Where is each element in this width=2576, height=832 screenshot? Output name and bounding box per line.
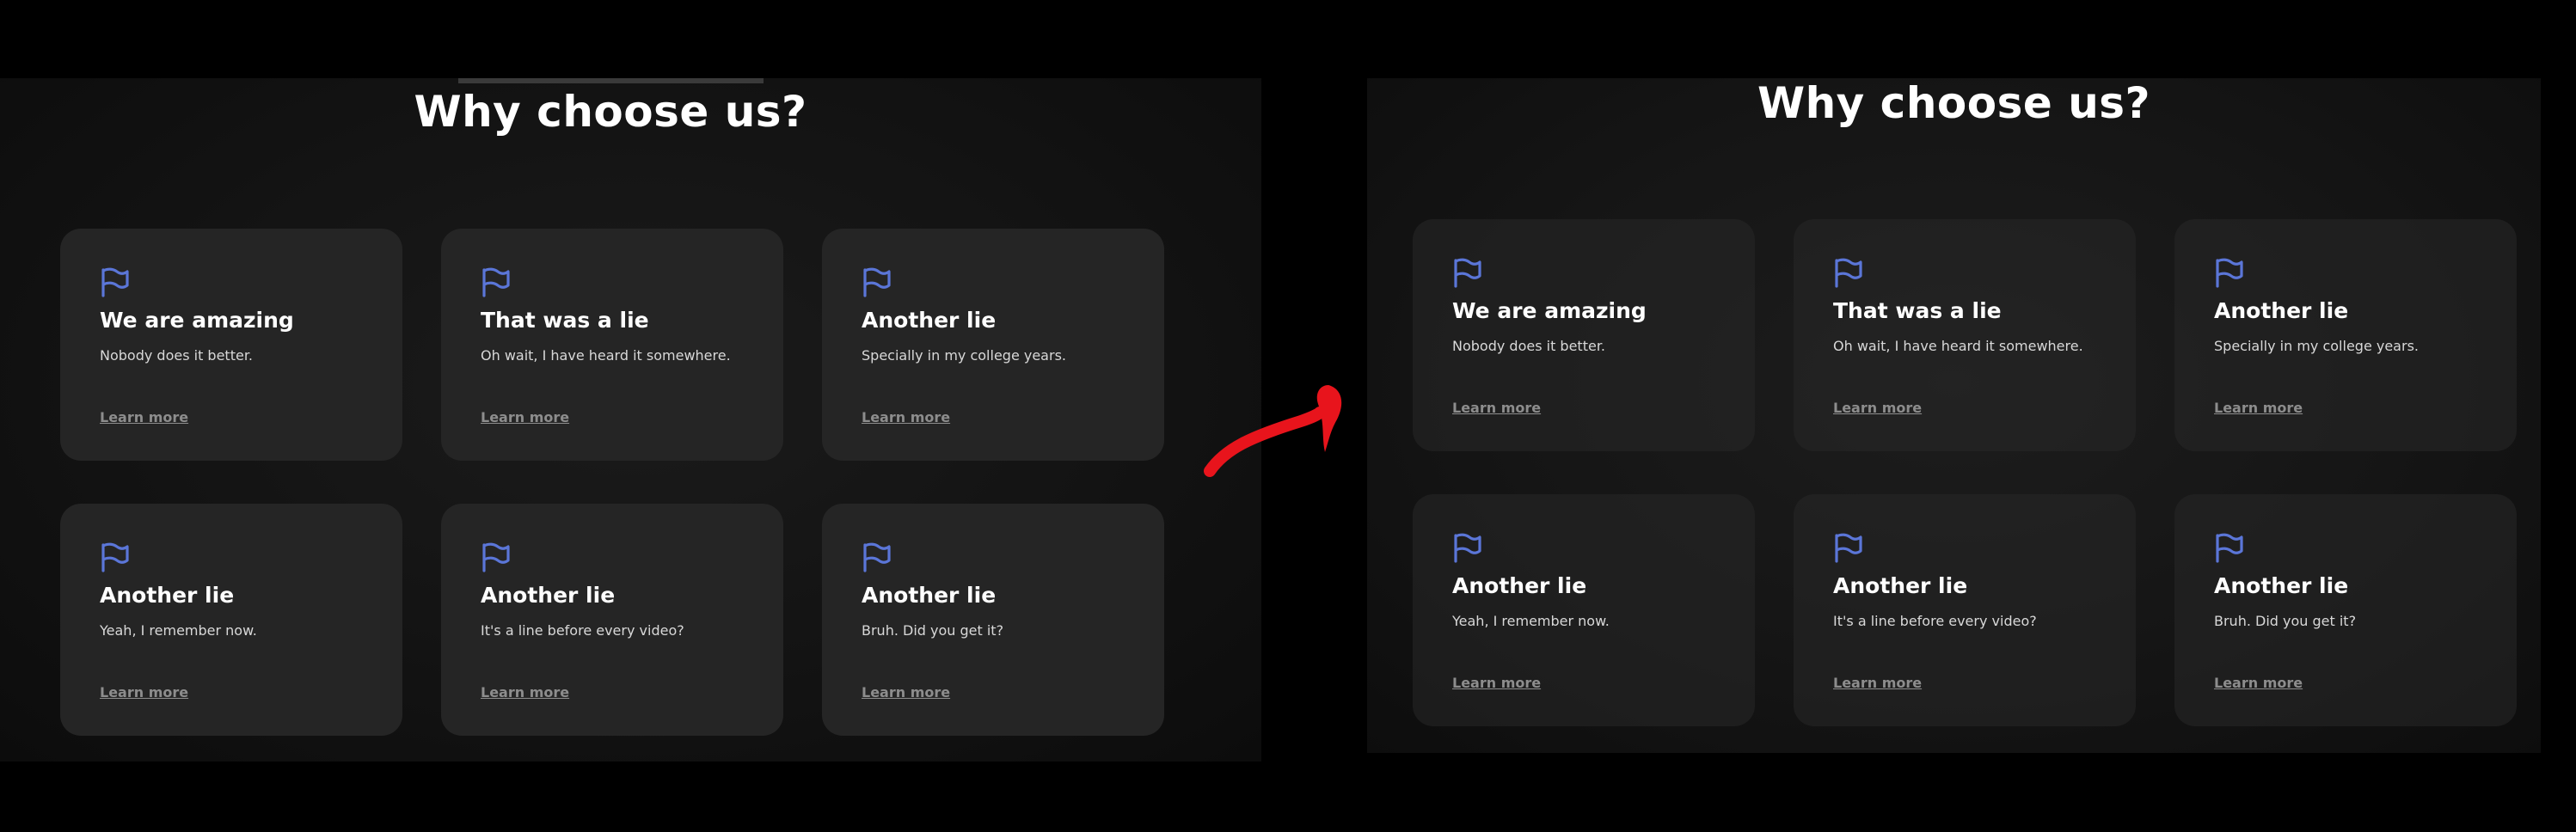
card-description: Yeah, I remember now. (1452, 613, 1610, 629)
card-title: Another lie (1833, 573, 1968, 598)
flag-icon (1833, 257, 1862, 288)
card-description: Specially in my college years. (862, 347, 1066, 364)
learn-more-link[interactable]: Learn more (481, 684, 569, 700)
feature-card: Another lie Bruh. Did you get it? Learn mo… (2174, 494, 2517, 726)
flag-icon (481, 541, 510, 572)
feature-card: Another lie Specially in my college years… (2174, 219, 2517, 451)
flag-icon (100, 266, 129, 297)
learn-more-link[interactable]: Learn more (100, 684, 188, 700)
flag-icon (2214, 257, 2243, 288)
learn-more-link[interactable]: Learn more (862, 684, 950, 700)
card-title: That was a lie (1833, 298, 2002, 323)
feature-card: Another lie Yeah, I remember now. Learn mo… (60, 504, 402, 736)
learn-more-link[interactable]: Learn more (862, 409, 950, 425)
card-description: Yeah, I remember now. (100, 622, 257, 639)
flag-icon (1833, 532, 1862, 563)
card-title: Another lie (481, 583, 616, 608)
feature-card: That was a lie Oh wait, I have heard it s… (441, 229, 783, 461)
card-description: It's a line before every video? (1833, 613, 2037, 629)
after-panel: Why choose us? We are amazing Nobody does… (1367, 78, 2541, 753)
card-title: Another lie (2214, 298, 2349, 323)
card-description: Bruh. Did you get it? (862, 622, 1004, 639)
flag-icon (2214, 532, 2243, 563)
card-description: Oh wait, I have heard it somewhere. (1833, 338, 2083, 354)
card-title: Another lie (862, 583, 997, 608)
feature-card: Another lie Yeah, I remember now. Learn mo… (1413, 494, 1755, 726)
before-panel: Why choose us? We are amazing Nobody does… (0, 78, 1261, 762)
feature-card: Another lie Specially in my college years… (822, 229, 1164, 461)
flag-icon (1452, 532, 1481, 563)
learn-more-link[interactable]: Learn more (2214, 675, 2303, 691)
learn-more-link[interactable]: Learn more (1452, 400, 1541, 416)
card-title: Another lie (1452, 573, 1587, 598)
red-arrow-annotation (1204, 385, 1342, 477)
card-title: We are amazing (100, 308, 294, 333)
card-title: We are amazing (1452, 298, 1647, 323)
feature-card: Another lie It's a line before every vide… (1794, 494, 2136, 726)
learn-more-link[interactable]: Learn more (481, 409, 569, 425)
flag-icon (100, 541, 129, 572)
card-title: Another lie (100, 583, 235, 608)
card-description: Bruh. Did you get it? (2214, 613, 2357, 629)
card-description: Oh wait, I have heard it somewhere. (481, 347, 731, 364)
section-title: Why choose us? (1757, 78, 2151, 128)
learn-more-link[interactable]: Learn more (1452, 675, 1541, 691)
section-title: Why choose us? (414, 87, 807, 137)
feature-card: Another lie It's a line before every vide… (441, 504, 783, 736)
feature-card: That was a lie Oh wait, I have heard it s… (1794, 219, 2136, 451)
feature-card: We are amazing Nobody does it better. Lear… (1413, 219, 1755, 451)
feature-card: Another lie Bruh. Did you get it? Learn mo… (822, 504, 1164, 736)
card-description: Nobody does it better. (1452, 338, 1606, 354)
flag-icon (862, 541, 891, 572)
feature-card: We are amazing Nobody does it better. Lear… (60, 229, 402, 461)
card-title: Another lie (862, 308, 997, 333)
card-description: It's a line before every video? (481, 622, 684, 639)
card-description: Nobody does it better. (100, 347, 254, 364)
learn-more-link[interactable]: Learn more (1833, 400, 1922, 416)
learn-more-link[interactable]: Learn more (1833, 675, 1922, 691)
card-title: Another lie (2214, 573, 2349, 598)
card-title: That was a lie (481, 308, 649, 333)
card-description: Specially in my college years. (2214, 338, 2419, 354)
learn-more-link[interactable]: Learn more (100, 409, 188, 425)
learn-more-link[interactable]: Learn more (2214, 400, 2303, 416)
scroll-indicator (458, 78, 764, 83)
flag-icon (862, 266, 891, 297)
flag-icon (481, 266, 510, 297)
flag-icon (1452, 257, 1481, 288)
